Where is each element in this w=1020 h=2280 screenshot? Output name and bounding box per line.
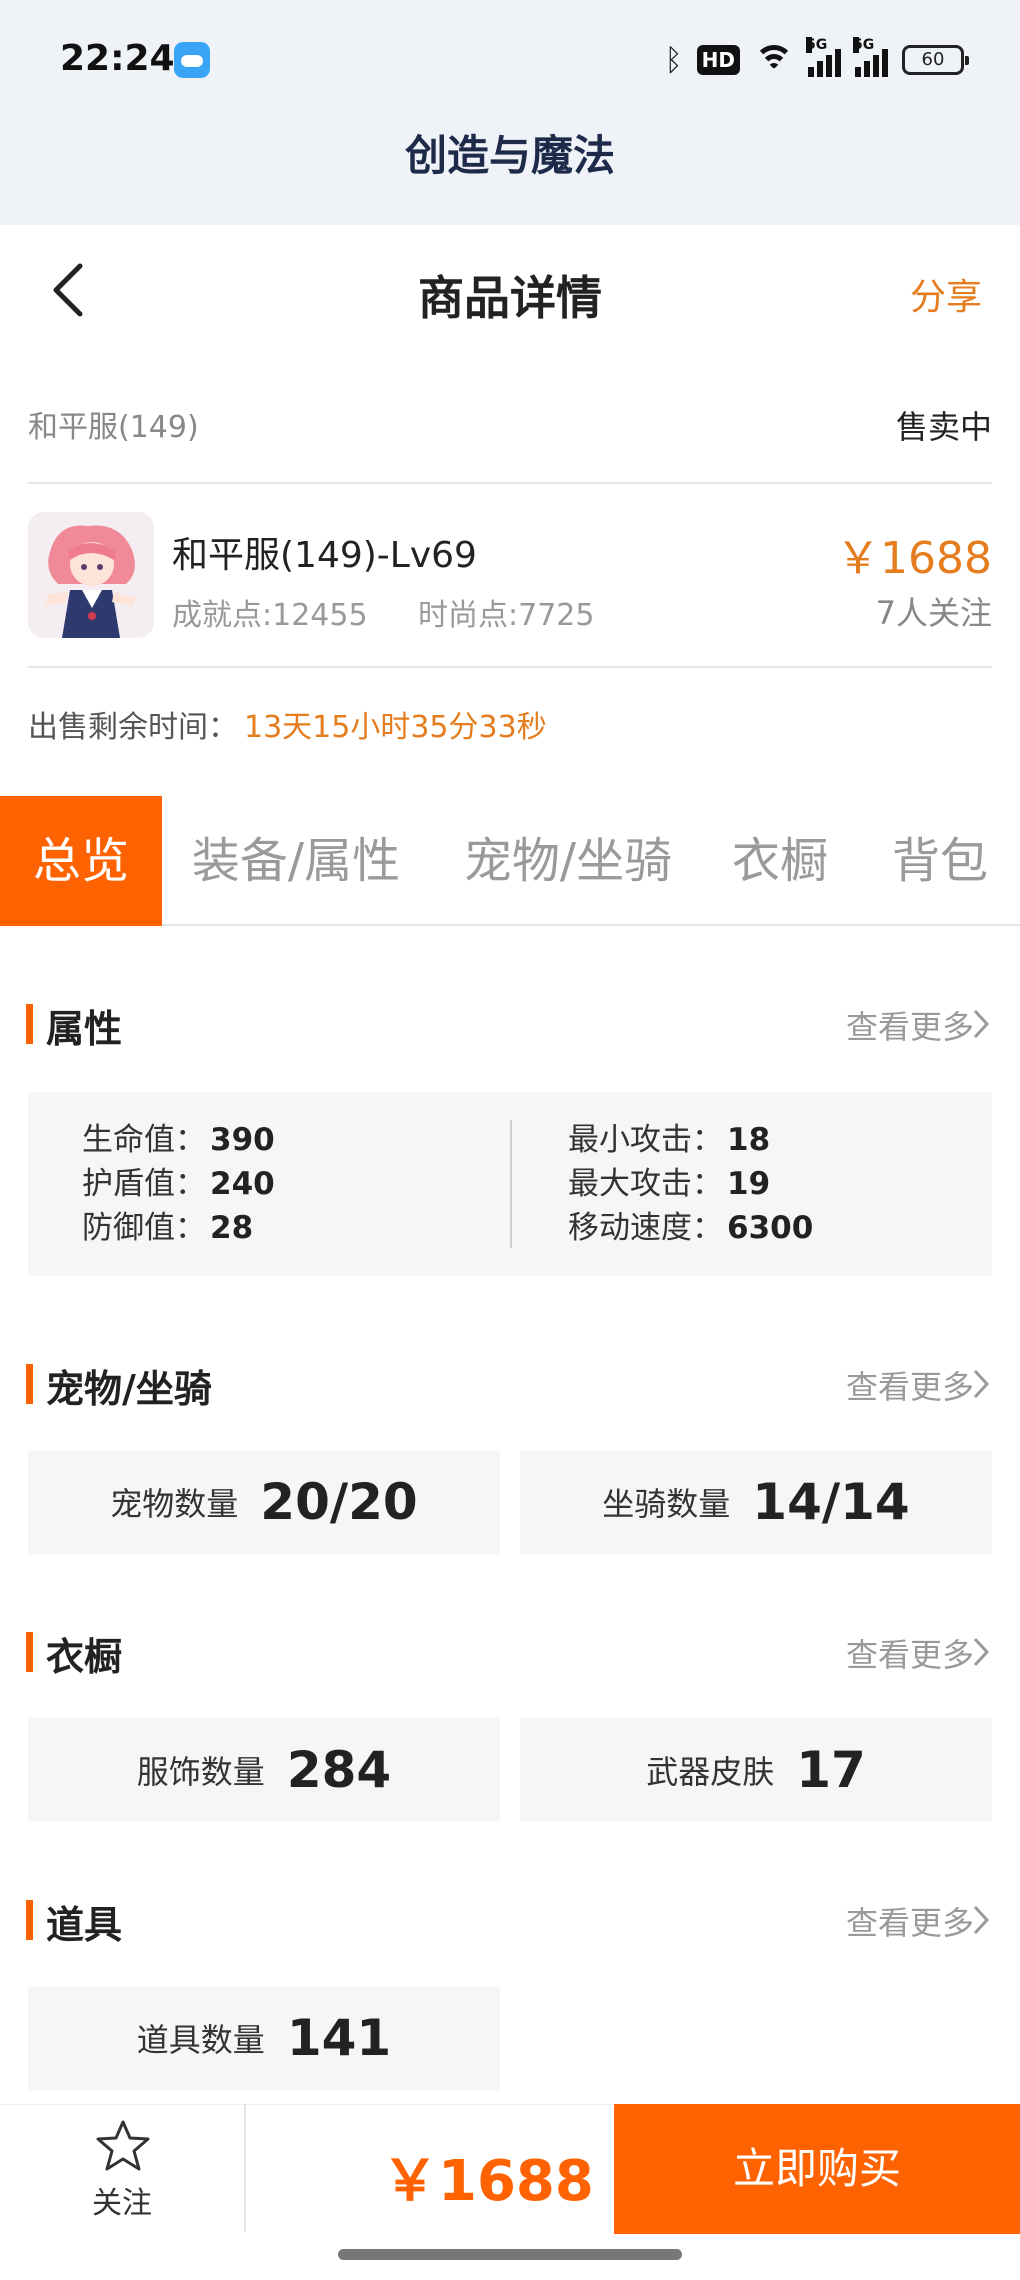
- bottom-price: ￥1688: [382, 2149, 594, 2214]
- server-name: 和平服(149): [28, 410, 199, 445]
- attr-max-attack: 最大攻击： 19: [568, 1166, 771, 1202]
- attributes-left-column: 生命值： 390 护盾值： 240 防御值： 28: [82, 1118, 275, 1250]
- wardrobe-title: 衣橱: [46, 1635, 123, 1679]
- attr-min-attack: 最小攻击： 18: [568, 1122, 771, 1158]
- tab-wardrobe[interactable]: 衣橱: [710, 796, 850, 926]
- bottom-divider: [244, 2104, 246, 2232]
- chevron-right-icon[interactable]: [972, 1008, 990, 1040]
- item-name: 和平服(149)-Lv69: [172, 535, 477, 576]
- mount-count-label: 坐骑数量: [602, 1485, 731, 1523]
- pet-count-value: 20/20: [260, 1473, 418, 1531]
- attr-hp: 生命值： 390: [82, 1122, 275, 1158]
- mount-count-value: 14/14: [752, 1473, 910, 1531]
- weapon-skin-label: 武器皮肤: [646, 1753, 775, 1791]
- pets-title: 宠物/坐骑: [46, 1367, 212, 1411]
- section-accent-bar: [26, 1900, 33, 1940]
- item-price: ￥1688: [836, 533, 992, 584]
- achievement-points: 成就点:12455: [172, 598, 368, 633]
- section-accent-bar: [26, 1364, 33, 1404]
- follow-label[interactable]: 关注: [70, 2178, 174, 2222]
- remaining-time: 出售剩余时间： 13天15小时35分33秒: [28, 702, 547, 746]
- signal-icon: 5G: [806, 37, 841, 77]
- pets-more-button[interactable]: 查看更多: [846, 1362, 974, 1408]
- pet-count-card[interactable]: 宠物数量 20/20: [28, 1450, 500, 1554]
- items-header: 道具 查看更多: [26, 1890, 994, 1950]
- chevron-right-icon[interactable]: [972, 1904, 990, 1936]
- attr-defense: 防御值： 28: [82, 1210, 254, 1246]
- follower-count: 7人关注: [875, 594, 992, 632]
- outfit-count-card[interactable]: 服饰数量 284: [28, 1718, 500, 1822]
- items-title: 道具: [46, 1903, 123, 1947]
- attributes-right-column: 最小攻击： 18 最大攻击： 19 移动速度： 6300: [568, 1118, 813, 1250]
- remaining-label: 出售剩余时间：: [28, 710, 238, 745]
- page-title: 商品详情: [418, 271, 602, 325]
- wardrobe-more-button[interactable]: 查看更多: [846, 1630, 974, 1676]
- attr-shield: 护盾值： 240: [82, 1166, 275, 1202]
- item-count-card[interactable]: 道具数量 141: [28, 1986, 500, 2090]
- item-count-label: 道具数量: [136, 2021, 265, 2059]
- battery-icon: 60: [902, 45, 969, 75]
- tab-pets-mounts[interactable]: 宠物/坐骑: [448, 796, 688, 926]
- item-summary[interactable]: 和平服(149)-Lv69 成就点:12455 时尚点:7725 ￥1688 7…: [28, 500, 992, 668]
- character-avatar: [28, 512, 154, 638]
- pets-header: 宠物/坐骑 查看更多: [26, 1354, 994, 1414]
- attributes-header: 属性 查看更多: [26, 994, 994, 1054]
- tab-overview[interactable]: 总览: [0, 796, 162, 926]
- status-time: 22:24: [60, 38, 175, 79]
- follow-button[interactable]: [88, 2118, 158, 2178]
- buy-now-button[interactable]: 立即购买: [614, 2104, 1020, 2234]
- attr-move-speed: 移动速度： 6300: [568, 1210, 814, 1246]
- section-accent-bar: [26, 1004, 33, 1044]
- items-more-button[interactable]: 查看更多: [846, 1898, 974, 1944]
- home-indicator[interactable]: [338, 2249, 682, 2260]
- remaining-countdown: 13天15小时35分33秒: [244, 710, 547, 745]
- app-title: 创造与魔法: [404, 131, 615, 180]
- fashion-points: 时尚点:7725: [418, 598, 595, 633]
- chevron-right-icon[interactable]: [972, 1368, 990, 1400]
- star-icon: [96, 2120, 150, 2171]
- sale-status: 售卖中: [895, 408, 992, 446]
- attributes-divider: [510, 1120, 512, 1248]
- wifi-icon: [754, 45, 794, 75]
- tab-bar: 总览 装备/属性 宠物/坐骑 衣橱 背包: [0, 796, 1020, 926]
- share-button[interactable]: 分享: [910, 268, 982, 320]
- attributes-panel: 生命值： 390 护盾值： 240 防御值： 28 最小攻击： 18 最大攻击： 19 移…: [28, 1092, 992, 1276]
- bluetooth-icon: ᛒ: [664, 42, 683, 78]
- outfit-count-value: 284: [286, 1741, 392, 1799]
- wardrobe-header: 衣橱 查看更多: [26, 1622, 994, 1682]
- section-accent-bar: [26, 1632, 33, 1672]
- status-bar: 22:24 ᛒ HD 5G 5G 60: [0, 0, 1020, 120]
- weapon-skin-value: 17: [796, 1741, 866, 1799]
- item-count-value: 141: [286, 2009, 392, 2067]
- pet-count-label: 宠物数量: [110, 1485, 239, 1523]
- weather-icon: [174, 42, 210, 78]
- weapon-skin-card[interactable]: 武器皮肤 17: [520, 1718, 992, 1822]
- mount-count-card[interactable]: 坐骑数量 14/14: [520, 1450, 992, 1554]
- signal-icon-2: 5G: [853, 37, 888, 77]
- status-icons: ᛒ HD 5G 5G 60: [664, 37, 969, 82]
- server-row: 和平服(149) 售卖中: [28, 390, 992, 484]
- outfit-count-label: 服饰数量: [136, 1753, 265, 1791]
- tab-equipment[interactable]: 装备/属性: [176, 796, 416, 926]
- hd-voice-icon: HD: [696, 45, 740, 75]
- chevron-right-icon[interactable]: [972, 1636, 990, 1668]
- tab-backpack[interactable]: 背包: [870, 796, 1010, 926]
- attributes-title: 属性: [46, 1007, 123, 1051]
- attributes-more-button[interactable]: 查看更多: [846, 1002, 974, 1048]
